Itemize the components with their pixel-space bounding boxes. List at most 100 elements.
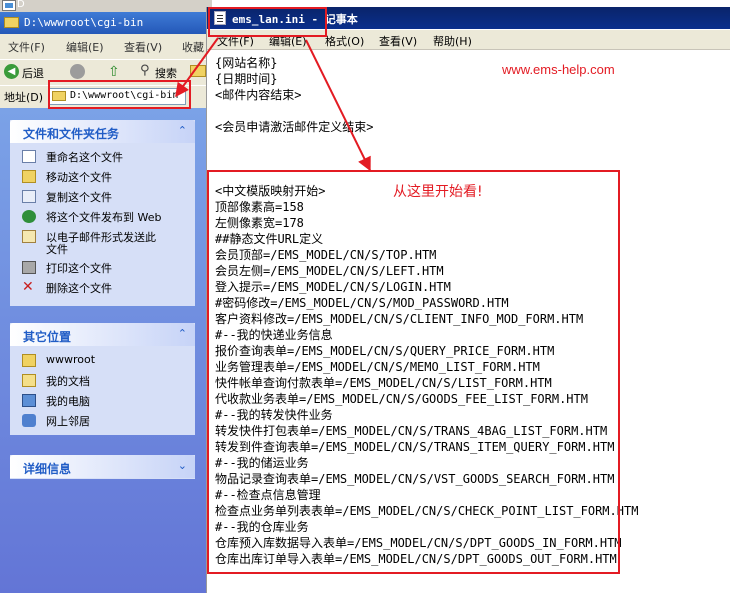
place-label: 网上邻居 [46, 415, 90, 428]
web-publish-icon [22, 210, 36, 223]
print-icon [22, 261, 36, 274]
folders-icon[interactable] [190, 65, 206, 77]
move-icon [22, 170, 36, 183]
watermark-text: www.ems-help.com [502, 62, 615, 77]
text-line: <会员申请激活邮件定义结束> [215, 120, 374, 134]
text-line: <中文模版映射开始> [215, 184, 326, 198]
task-publish-web[interactable]: 将这个文件发布到 Web [10, 207, 195, 227]
text-line: 顶部像素高=158 [215, 200, 304, 214]
place-wwwroot[interactable]: wwwroot [10, 351, 195, 371]
text-line: {网站名称} [215, 56, 278, 70]
details-header[interactable]: 详细信息 ⌄ [10, 455, 195, 478]
rename-icon [22, 150, 36, 163]
callout-text: 从这里开始看! [393, 184, 483, 200]
explorer-toolbar: ◀ 后退 ⇧ ⚲ 搜索 [0, 59, 212, 83]
notepad-title-bar[interactable]: ems_lan.ini - 记事本 [207, 7, 730, 29]
text-line: {日期时间} [215, 72, 278, 86]
menu-edit[interactable]: 编辑(E) [66, 39, 104, 55]
text-line: #--我的储运业务 [215, 456, 309, 470]
collapse-icon[interactable]: ⌃ [178, 327, 187, 340]
task-move[interactable]: 移动这个文件 [10, 167, 195, 187]
text-line: 登入提示=/EMS_MODEL/CN/S/LOGIN.HTM [215, 280, 451, 294]
address-bar: 地址(D) D:\wwwroot\cgi-bin [0, 85, 212, 107]
text-line: #--检查点信息管理 [215, 488, 321, 502]
task-label: 移动这个文件 [46, 171, 112, 184]
task-label: 打印这个文件 [46, 262, 112, 275]
text-line: 转发快件打包表单=/EMS_MODEL/CN/S/TRANS_4BAG_LIST… [215, 424, 608, 438]
task-label: 重命名这个文件 [46, 151, 123, 164]
back-button[interactable]: 后退 [22, 65, 44, 81]
back-arrow-icon[interactable]: ◀ [4, 64, 19, 79]
other-places-panel: 其它位置 ⌃ wwwroot 我的文档 我的电脑 网上邻居 [10, 323, 195, 435]
place-label: 我的文档 [46, 375, 90, 388]
notepad-menu-bar: 文件(F) 编辑(E) 格式(O) 查看(V) 帮助(H) [207, 30, 730, 50]
desktop-strip: D [0, 0, 212, 12]
network-icon [22, 414, 36, 427]
text-line: ##静态文件URL定义 [215, 232, 324, 246]
task-rename[interactable]: 重命名这个文件 [10, 147, 195, 167]
folder-icon [22, 354, 36, 367]
menu-view[interactable]: 查看(V) [379, 33, 417, 49]
task-print[interactable]: 打印这个文件 [10, 258, 195, 278]
text-line: <邮件内容结束> [215, 88, 302, 102]
task-copy[interactable]: 复制这个文件 [10, 187, 195, 207]
menu-view[interactable]: 查看(V) [124, 39, 162, 55]
text-line: 报价查询表单=/EMS_MODEL/CN/S/QUERY_PRICE_FORM.… [215, 344, 555, 358]
place-my-documents[interactable]: 我的文档 [10, 371, 195, 391]
address-label: 地址(D) [4, 91, 44, 104]
my-computer-icon [22, 394, 36, 407]
address-value: D:\wwwroot\cgi-bin [70, 90, 179, 101]
explorer-title: D:\wwwroot\cgi-bin [24, 16, 144, 29]
place-network[interactable]: 网上邻居 [10, 411, 195, 431]
email-icon [22, 230, 36, 243]
menu-file[interactable]: 文件(F) [217, 33, 254, 49]
text-line: 会员左侧=/EMS_MODEL/CN/S/LEFT.HTM [215, 264, 444, 278]
text-line: 客户资料修改=/EMS_MODEL/CN/S/CLIENT_INFO_MOD_F… [215, 312, 584, 326]
file-tasks-title: 文件和文件夹任务 [23, 127, 120, 141]
task-pane: 文件和文件夹任务 ⌃ 重命名这个文件 移动这个文件 复制这个文件 将这个文件发布… [0, 108, 212, 593]
task-label: 删除这个文件 [46, 282, 112, 295]
notepad-title: ems_lan.ini - 记事本 [232, 13, 358, 26]
text-line: 转发到件查询表单=/EMS_MODEL/CN/S/TRANS_ITEM_QUER… [215, 440, 615, 454]
search-button[interactable]: 搜索 [155, 65, 177, 81]
text-line: 物品记录查询表单=/EMS_MODEL/CN/S/VST_GOODS_SEARC… [215, 472, 615, 486]
task-delete[interactable]: ✕ 删除这个文件 [10, 278, 195, 298]
details-panel: 详细信息 ⌄ [10, 455, 195, 479]
collapse-icon[interactable]: ⌃ [178, 124, 187, 137]
forward-arrow-icon[interactable] [70, 64, 85, 79]
up-folder-icon[interactable]: ⇧ [108, 64, 120, 80]
folder-icon [52, 91, 66, 101]
place-label: wwwroot [46, 353, 96, 366]
my-documents-icon [22, 374, 36, 387]
explorer-title-bar[interactable]: D:\wwwroot\cgi-bin [0, 12, 212, 34]
text-line: 会员顶部=/EMS_MODEL/CN/S/TOP.HTM [215, 248, 437, 262]
menu-format[interactable]: 格式(O) [325, 33, 364, 49]
text-line: 检查点业务单列表表单=/EMS_MODEL/CN/S/CHECK_POINT_L… [215, 504, 639, 518]
explorer-menu-bar: 文件(F) 编辑(E) 查看(V) 收藏 [0, 36, 212, 56]
folder-icon [4, 17, 19, 28]
notepad-icon [214, 11, 226, 25]
text-line: 左侧像素宽=178 [215, 216, 304, 230]
menu-help[interactable]: 帮助(H) [433, 33, 472, 49]
text-line: #--我的仓库业务 [215, 520, 309, 534]
text-line: #--我的快递业务信息 [215, 328, 333, 342]
search-icon[interactable]: ⚲ [140, 63, 150, 78]
desktop-label: D [17, 0, 25, 10]
text-line: 代收款业务表单=/EMS_MODEL/CN/S/GOODS_FEE_LIST_F… [215, 392, 588, 406]
text-line: 快件帐单查询付款表单=/EMS_MODEL/CN/S/LIST_FORM.HTM [215, 376, 552, 390]
other-places-header[interactable]: 其它位置 ⌃ [10, 323, 195, 346]
address-input[interactable]: D:\wwwroot\cgi-bin [48, 88, 186, 105]
file-tasks-header[interactable]: 文件和文件夹任务 ⌃ [10, 120, 195, 143]
place-my-computer[interactable]: 我的电脑 [10, 391, 195, 411]
delete-icon: ✕ [22, 279, 34, 295]
menu-favorites[interactable]: 收藏 [182, 39, 204, 55]
menu-file[interactable]: 文件(F) [8, 39, 45, 55]
details-title: 详细信息 [23, 462, 72, 476]
notepad-text-area[interactable]: {网站名称} {日期时间} <邮件内容结束> <会员申请激活邮件定义结束> <中文模版… [207, 51, 730, 593]
text-line: #密码修改=/EMS_MODEL/CN/S/MOD_PASSWORD.HTM [215, 296, 509, 310]
other-places-title: 其它位置 [23, 330, 72, 344]
desktop-shortcut-icon[interactable] [2, 0, 16, 11]
task-email[interactable]: 以电子邮件形式发送此 文件 [10, 227, 195, 258]
expand-icon[interactable]: ⌄ [178, 459, 187, 472]
menu-edit[interactable]: 编辑(E) [269, 33, 307, 49]
